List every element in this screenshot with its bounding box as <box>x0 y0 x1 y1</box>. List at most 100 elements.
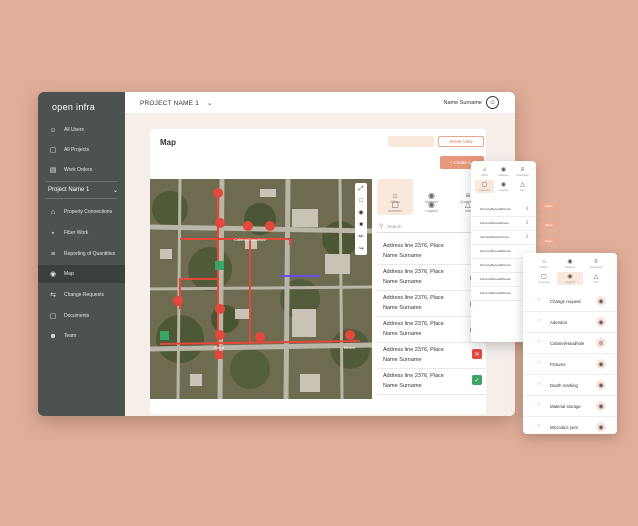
legend-card: ⌂ Offers ◉ Markers ≡ Quantities ▢ Annexes ◉ L… <box>523 253 617 434</box>
list-item[interactable]: Address line 2376, Place Name Surname <box>377 265 486 291</box>
search-input[interactable]: ⚲ Search <box>377 221 482 233</box>
tab-label: Markers <box>564 265 576 269</box>
sidebar-item-documents[interactable]: ▢ Documents <box>38 307 125 325</box>
sidebar-item-label: Property Connections <box>64 209 113 215</box>
warning-icon: △ <box>520 182 525 188</box>
sidebar-item-reporting-of-quantities[interactable]: ≡ Reporting of Quantities <box>38 245 125 263</box>
ruler-icon[interactable]: ✏ <box>358 233 363 240</box>
file-row[interactable]: Filename/Beisetal/Delete ⇩ <box>471 217 536 231</box>
sidebar-item-all-projects[interactable]: ▢ All Projects <box>38 141 125 159</box>
tab-annexes[interactable]: ▢ Annexes <box>377 196 413 216</box>
tab-offers[interactable]: ⌂ Offers <box>475 165 494 178</box>
map-svg[interactable]: Cabinet/Handhole Plaza Bench <box>150 179 372 399</box>
card-tabs-row-2: ▢ Annexes ◉ Legend △ Info <box>475 180 532 193</box>
legend-row[interactable]: ○ Pictures ◉ <box>523 354 617 375</box>
delete-button[interactable]: Delete <box>540 222 558 229</box>
change-request-icon: ○ <box>537 297 541 303</box>
project-selector[interactable]: Project Name 1 ⌄ <box>48 187 118 194</box>
user-menu[interactable]: Name Surname ☺ <box>443 96 499 109</box>
property-list: ⌂ Offers ◉ Markers ≡ Quantities ▢ Annexes ◉ L… <box>377 179 486 399</box>
joint-icon: ○ <box>537 423 541 429</box>
project-name: PROJECT NAME 1 <box>140 100 200 107</box>
legend-row[interactable]: ○ Depth marking ◉ <box>523 375 617 396</box>
tab-info[interactable]: △ Info <box>513 180 532 193</box>
sidebar-item-fiber-work[interactable]: ⋆ Fiber Work <box>38 224 125 242</box>
delete-icon[interactable]: ■ <box>359 222 363 228</box>
eye-icon[interactable]: ◉ <box>596 296 606 306</box>
swap-icon: ⇆ <box>50 292 56 299</box>
list-item[interactable]: Address line 2376, Place Name Surname <box>377 239 486 265</box>
sidebar-item-work-orders[interactable]: ▤ Work Orders <box>38 161 125 179</box>
file-name: Filename/Beisetal/Beisetal <box>480 278 511 281</box>
list-item[interactable]: Address line 2376, Place Name Surname ✓ <box>377 369 486 395</box>
map-canvas[interactable]: Cabinet/Handhole Plaza Bench ⤢ □ ◉ ■ ✏ ↝ <box>150 179 372 399</box>
approve-button[interactable]: ✓ <box>472 375 482 385</box>
tab-markers[interactable]: ◉ Markers <box>494 165 513 178</box>
warning-icon: △ <box>593 274 599 280</box>
tab-quantities[interactable]: ≡ Quantities <box>513 165 532 178</box>
tab-annexes[interactable]: ▢ Annexes <box>531 272 557 285</box>
tab-label: Info <box>464 208 471 213</box>
legend-row[interactable]: ○ Cabinet/Handhole ⊘ <box>523 333 617 354</box>
map-view-toggle[interactable] <box>388 136 434 147</box>
tab-annexes[interactable]: ▢ Annexes <box>475 180 494 193</box>
tab-legend[interactable]: ◉ Legend <box>494 180 513 193</box>
eye-off-icon[interactable]: ⊘ <box>596 338 606 348</box>
warning-icon: △ <box>464 199 471 209</box>
search-icon: ⚲ <box>379 224 384 230</box>
address-line: Address line 2376, Place <box>383 295 444 301</box>
square-tool-icon[interactable]: □ <box>359 198 363 204</box>
list-item[interactable]: Address line 2376, Place Name Surname <box>377 291 486 317</box>
tab-quantities[interactable]: ≡ Quantities <box>583 257 609 270</box>
storage-icon: ○ <box>537 402 541 408</box>
sidebar-item-label: Map <box>64 271 74 277</box>
delete-button[interactable]: Delete <box>540 238 558 245</box>
sidebar-item-change-requests[interactable]: ⇆ Change Requests <box>38 286 125 304</box>
download-icon[interactable]: ⇩ <box>525 206 529 212</box>
download-icon[interactable]: ⇩ <box>525 220 529 226</box>
legend-row[interactable]: ○ Change request ◉ <box>523 291 617 312</box>
tab-label: Annexes <box>479 188 490 192</box>
document-icon: ▢ <box>541 274 547 280</box>
sidebar-item-map[interactable]: ◉ Map <box>38 265 125 283</box>
list-item[interactable]: Address line 2376, Place Name Surname <box>377 317 486 343</box>
sidebar-item-all-users[interactable]: ☺ All Users <box>38 121 125 139</box>
tab-markers[interactable]: ◉ Markers <box>557 257 583 270</box>
sidebar-item-label: All Users <box>64 127 85 133</box>
address-line: Address line 2376, Place <box>383 347 444 353</box>
app-window: open infra ☺ All Users ▢ All Projects ▤ Wor… <box>38 92 515 416</box>
list-item[interactable]: Address line 2376, Place Name Surname ✕ <box>377 343 486 369</box>
street-view-toggle[interactable]: Street View <box>438 136 484 147</box>
tab-label: Annexes <box>388 208 403 213</box>
eye-icon[interactable]: ◉ <box>596 380 606 390</box>
measure-icon[interactable]: ↝ <box>358 245 363 252</box>
sidebar-item-property-connections[interactable]: ⌂ Property Connections <box>38 203 125 221</box>
home-icon: ⌂ <box>50 208 56 216</box>
file-row[interactable]: Filename/Beisetal/Beisetal ⇩ <box>471 203 536 217</box>
tab-offers[interactable]: ⌂ Offers <box>531 257 557 270</box>
eye-icon[interactable]: ◉ <box>596 422 606 432</box>
expand-icon[interactable]: ⤢ <box>359 186 364 193</box>
eye-icon[interactable]: ◉ <box>596 401 606 411</box>
user-name: Name Surname <box>443 99 482 106</box>
sidebar-item-team[interactable]: ☻ Team <box>38 327 125 345</box>
chevron-down-icon: ⌄ <box>112 188 118 194</box>
eye-icon[interactable]: ◉ <box>596 359 606 369</box>
map-pin-icon: ◉ <box>567 259 573 265</box>
legend-row[interactable]: ○ Microduct joint ◉ <box>523 417 617 434</box>
legend-row[interactable]: ○ Material storage ◉ <box>523 396 617 417</box>
download-icon[interactable]: ⇩ <box>525 234 529 240</box>
map-pin-icon[interactable]: ◉ <box>358 209 363 216</box>
reject-button[interactable]: ✕ <box>472 349 482 359</box>
tab-legend[interactable]: ◉ Legend <box>413 196 449 216</box>
delete-button[interactable]: Delete <box>540 203 558 210</box>
cabinet-icon: ○ <box>537 339 541 345</box>
eye-icon[interactable]: ◉ <box>596 317 606 327</box>
tab-legend[interactable]: ◉ Legend <box>557 272 583 285</box>
tab-info[interactable]: △ Info <box>583 272 609 285</box>
map-label-plaza: Plaza <box>214 345 225 350</box>
sidebar-item-label: Documents <box>64 313 90 319</box>
project-dropdown[interactable]: PROJECT NAME 1 ⌄ <box>140 99 213 107</box>
legend-row[interactable]: ○ Adendon ◉ <box>523 312 617 333</box>
file-row[interactable]: Abendtal/Beisetal/Simple ⇩ <box>471 231 536 245</box>
